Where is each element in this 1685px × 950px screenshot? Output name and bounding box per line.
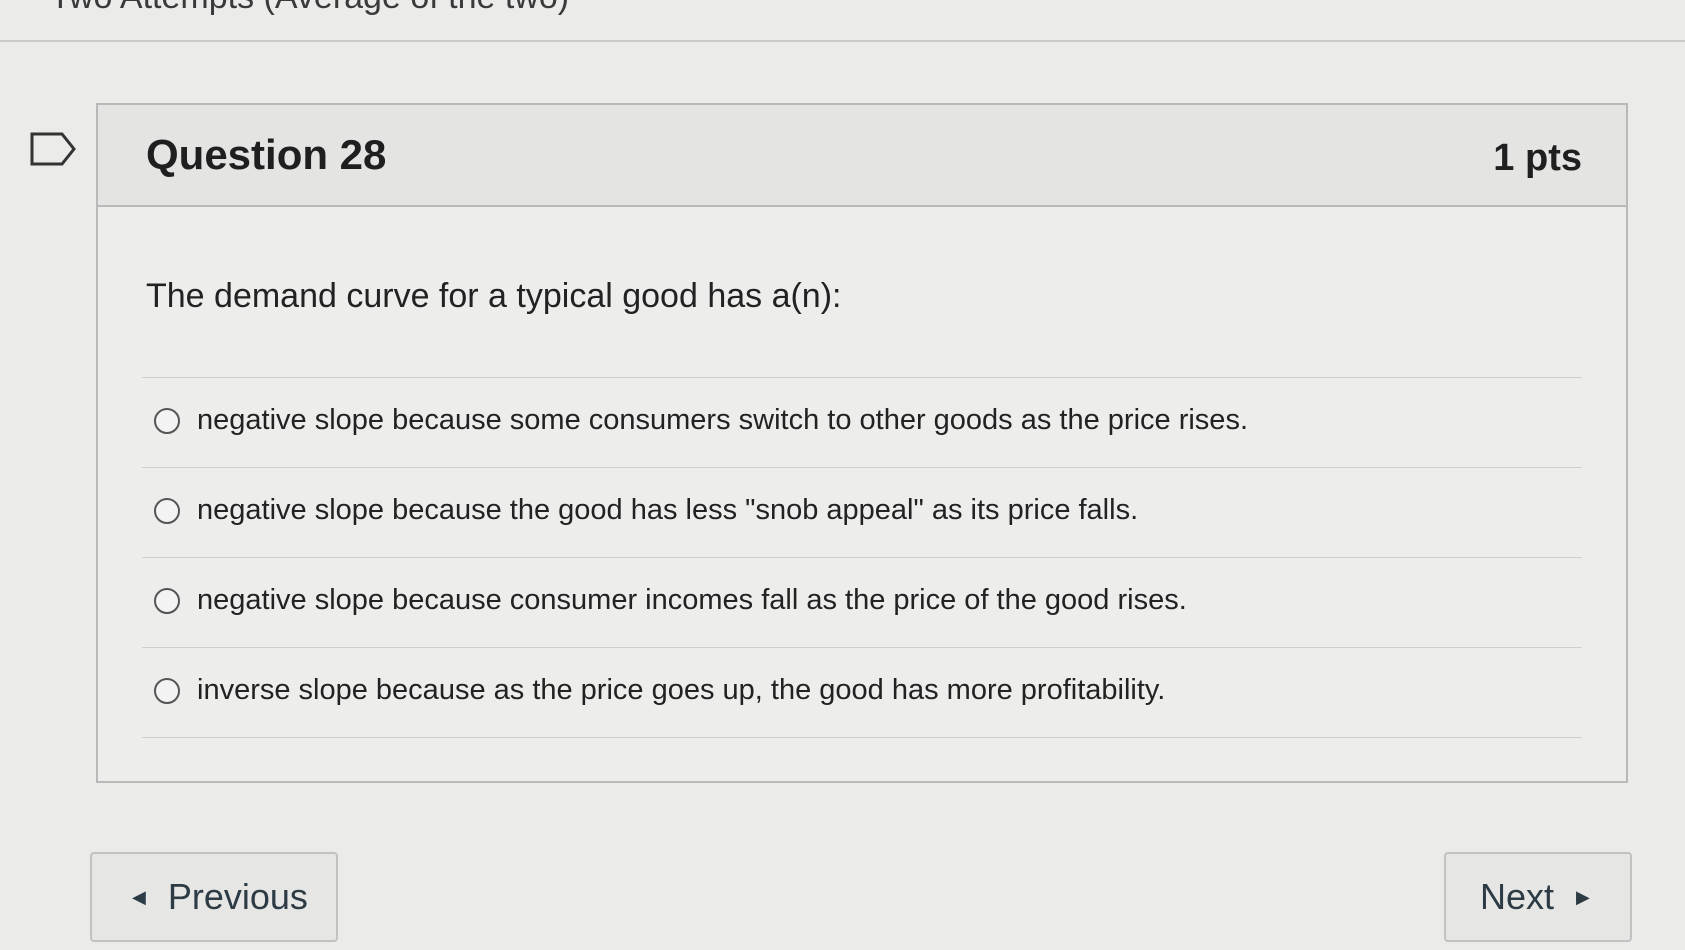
answer-option-1[interactable]: negative slope because some consumers sw… [142,378,1582,468]
previous-label: Previous [167,876,308,917]
answer-label: negative slope because some consumers sw… [197,404,1248,436]
top-heading: Two Attempts (Average of the two) [50,0,569,17]
question-header: Question 28 1 pts [98,105,1626,207]
question-card: Question 28 1 pts The demand curve for a… [96,103,1628,783]
answer-list: negative slope because some consumers sw… [142,377,1582,738]
answer-option-3[interactable]: negative slope because consumer incomes … [142,558,1582,648]
answer-option-2[interactable]: negative slope because the good has less… [142,468,1582,558]
answer-label: inverse slope because as the price goes … [197,674,1166,706]
top-heading-strip: Two Attempts (Average of the two) [0,0,1685,42]
question-text: The demand curve for a typical good has … [146,277,842,315]
radio-button[interactable] [154,408,180,434]
answer-option-4[interactable]: inverse slope because as the price goes … [142,648,1582,738]
answer-label: negative slope because the good has less… [197,494,1139,526]
question-points: 1 pts [1493,137,1582,179]
question-title: Question 28 [146,131,387,178]
flag-icon [30,132,76,166]
flag-question-button[interactable] [30,132,76,166]
next-button[interactable]: Next ▶ [1444,852,1632,942]
answer-label: negative slope because consumer incomes … [197,584,1187,616]
radio-button[interactable] [154,588,180,614]
radio-button[interactable] [154,678,180,704]
radio-button[interactable] [154,498,180,524]
left-triangle-icon: ◀ [132,886,146,907]
previous-button[interactable]: ◀ Previous [90,852,338,942]
next-label: Next [1480,876,1555,917]
right-triangle-icon: ▶ [1576,886,1590,907]
